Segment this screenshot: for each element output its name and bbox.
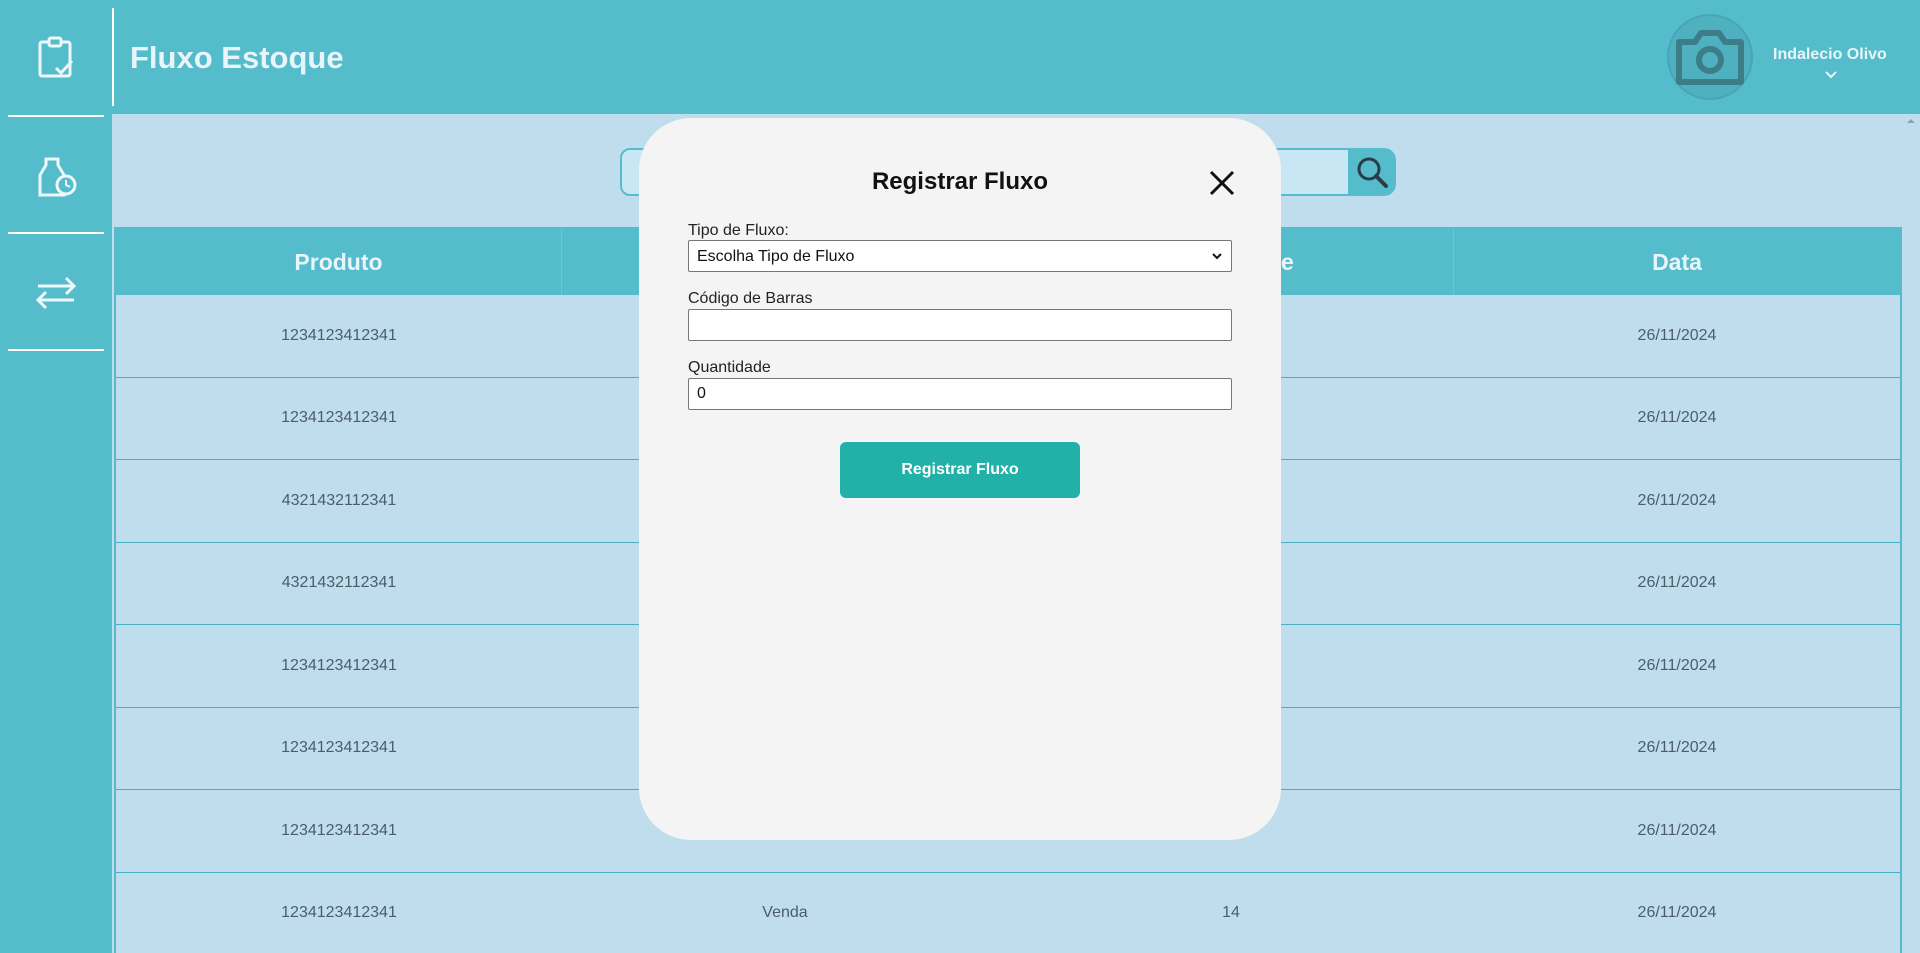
quantidade-input[interactable] [688,378,1232,410]
codigo-barras-label: Código de Barras [688,290,813,307]
register-flow-modal: Registrar Fluxo Tipo de Fluxo: Escolha T… [639,118,1281,840]
register-flow-button[interactable]: Registrar Fluxo [840,442,1080,498]
codigo-barras-input[interactable] [688,309,1232,341]
close-icon[interactable] [1207,168,1237,198]
quantidade-label: Quantidade [688,359,771,376]
tipo-fluxo-label: Tipo de Fluxo: [688,222,789,239]
modal-title: Registrar Fluxo [871,168,1049,195]
tipo-fluxo-select[interactable]: Escolha Tipo de Fluxo [688,240,1232,272]
